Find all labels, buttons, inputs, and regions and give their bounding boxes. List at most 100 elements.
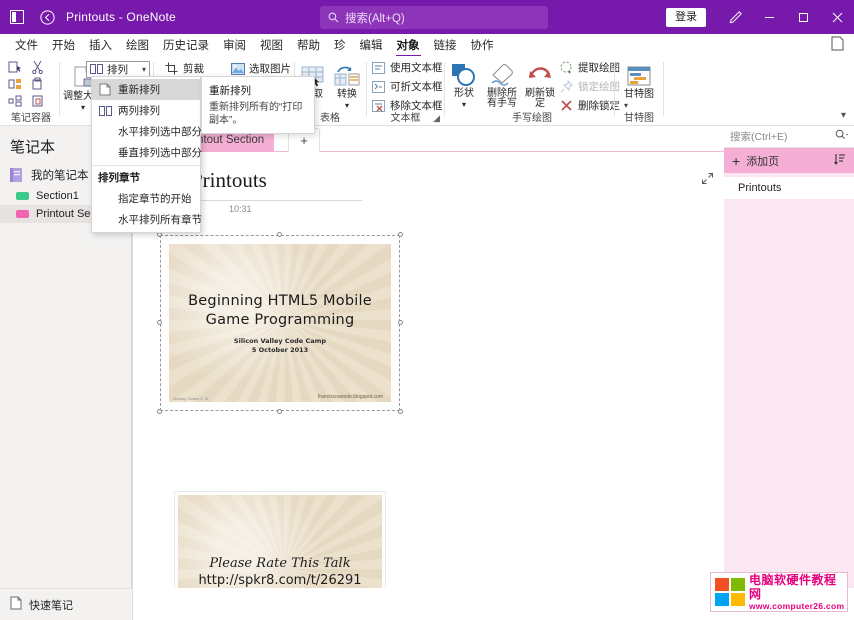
slide-1-content: Beginning HTML5 Mobile Game Programming … [169, 244, 391, 402]
slide-1-stamp: Monday, October 5, 13 [173, 397, 208, 401]
textbox-collapse-icon [371, 80, 386, 94]
tab-insert[interactable]: 插入 [82, 35, 119, 55]
tab-gem[interactable]: 珍 [327, 35, 353, 55]
chevron-down-icon[interactable]: ▾ [81, 102, 85, 113]
page-time: 10:31 [229, 204, 252, 214]
note-pane-icon[interactable] [831, 36, 844, 56]
menu-item-two-column[interactable]: 两列排列 [92, 100, 200, 121]
section-color-chip [16, 192, 29, 200]
page-title-rule [191, 200, 362, 201]
group-divider-4 [366, 62, 367, 116]
ribbon-group-gantt: 甘特图 甘特图 [617, 56, 661, 126]
gantt-button[interactable]: 甘特图 [617, 60, 661, 100]
printout-image-2[interactable]: Please Rate This Talk http://spkr8.com/t… [175, 492, 385, 588]
windows-logo-icon [715, 578, 745, 606]
slide-1-footer: franciscoanode.blogspot.com [318, 394, 383, 400]
notebook-icon [8, 167, 24, 183]
cut-icon[interactable] [31, 60, 54, 77]
slide-2-content: Please Rate This Talk http://spkr8.com/t… [175, 492, 385, 588]
menu-item-label: 水平排列所有章节 [118, 212, 202, 227]
arrange-chevron-down-icon[interactable]: ▾ [142, 65, 146, 74]
group-divider-7 [663, 62, 664, 116]
table-convert-button[interactable]: 转换 ▾ [331, 60, 363, 111]
menu-item-label: 垂直排列选中部分 [118, 145, 202, 160]
tab-view[interactable]: 视图 [253, 35, 290, 55]
collapsible-textbox-button[interactable]: 可折文本框 [371, 78, 443, 95]
page-title[interactable]: Printouts [191, 168, 267, 193]
pick-image-label: 选取图片 [249, 61, 291, 76]
tab-collaborate[interactable]: 协作 [464, 35, 501, 55]
sort-pages-icon[interactable] [833, 153, 846, 169]
resize-handle-se[interactable] [398, 409, 403, 414]
extract-drawing-button[interactable]: 提取绘图 [559, 59, 620, 76]
refresh-lock-button[interactable]: 刷新锁定 [523, 59, 557, 109]
tab-home[interactable]: 开始 [45, 35, 82, 55]
tooltip-title: 重新排列 [209, 83, 307, 98]
menu-item-section-start[interactable]: 指定章节的开始 [92, 188, 200, 209]
tab-history[interactable]: 历史记录 [156, 35, 216, 55]
tab-draw[interactable]: 绘图 [119, 35, 156, 55]
menu-item-vertical-selected[interactable]: 垂直排列选中部分 [92, 142, 200, 163]
title-bar: Printouts - OneNote 搜索(Alt+Q) 登录 [0, 0, 854, 34]
gantt-chart-icon [627, 60, 651, 88]
page-canvas[interactable]: Printouts 8 10:31 Beginning HTML5 Mobi [133, 152, 724, 588]
textbox-dialog-launcher-icon[interactable]: ◢ [433, 113, 440, 124]
tab-file[interactable]: 文件 [8, 35, 45, 55]
menu-item-horizontal-all-sections[interactable]: 水平排列所有章节 [92, 209, 200, 230]
close-button[interactable] [820, 0, 854, 34]
add-page-button[interactable]: + 添加页 [724, 148, 854, 173]
slide-1-subtitle-2: 5 October 2013 [252, 346, 308, 355]
resize-handle-sw[interactable] [157, 409, 162, 414]
resize-handle-n[interactable] [277, 232, 282, 237]
section-color-chip [16, 210, 29, 218]
watermark: 电脑软硬件教程网 www.computer26.com [710, 572, 848, 612]
sign-in-button[interactable]: 登录 [666, 8, 706, 27]
back-button[interactable] [34, 0, 60, 34]
printout-image-1[interactable]: Beginning HTML5 Mobile Game Programming … [160, 235, 400, 411]
gantt-label: 甘特图 [624, 90, 654, 100]
tooltip-body: 重新排列所有的“打印副本”。 [209, 101, 307, 127]
pick-image-button[interactable]: 选取图片 [230, 60, 291, 77]
crop-icon [164, 62, 179, 76]
container-select-icon[interactable] [8, 60, 31, 77]
menu-item-label: 重新排列 [118, 82, 160, 97]
tab-review[interactable]: 审阅 [216, 35, 253, 55]
crop-button[interactable]: 剪裁 [164, 60, 204, 77]
delete-all-ink-button[interactable]: 删除所有手写 [483, 59, 521, 109]
search-input[interactable]: 搜索(Alt+Q) [320, 6, 548, 29]
convert-icon [334, 60, 360, 88]
tab-object[interactable]: 对象 [390, 35, 427, 55]
use-textbox-button[interactable]: 使用文本框 [371, 59, 443, 76]
extract-drawing-icon [559, 61, 574, 75]
use-textbox-label: 使用文本框 [390, 60, 443, 75]
resize-handle-e[interactable] [398, 320, 403, 325]
plus-icon: + [732, 154, 740, 168]
expand-page-icon[interactable] [701, 172, 714, 190]
delete-all-ink-label: 删除所有手写 [483, 89, 521, 109]
menu-section-header: 排列章节 [92, 165, 200, 188]
resize-handle-ne[interactable] [398, 232, 403, 237]
minimize-button[interactable] [752, 0, 786, 34]
menu-item-rearrange[interactable]: 重新排列 [92, 79, 200, 100]
menu-item-horizontal-selected[interactable]: 水平排列选中部分 [92, 121, 200, 142]
page-search-input[interactable]: 搜索(Ctrl+E) [724, 126, 854, 148]
tab-help[interactable]: 帮助 [290, 35, 327, 55]
resize-handle-s[interactable] [277, 409, 282, 414]
quick-note-button[interactable]: 快速笔记 [0, 588, 133, 620]
slide-2-url: http://spkr8.com/t/26291 [198, 573, 361, 588]
container-split-icon[interactable] [8, 77, 31, 94]
resize-handle-w[interactable] [157, 320, 162, 325]
page-list-item-printouts[interactable]: Printouts [724, 177, 854, 199]
pen-icon[interactable] [718, 0, 752, 34]
page-search-icon[interactable] [835, 129, 848, 144]
copy-icon[interactable] [31, 77, 54, 94]
group-label-note-container: 笔记容器 [4, 109, 58, 124]
tab-edit[interactable]: 编辑 [353, 35, 390, 55]
shape-label: 形状 [454, 89, 474, 99]
ribbon-collapse-icon[interactable]: ▾ [841, 110, 846, 121]
shape-button[interactable]: 形状 ▾ [447, 59, 481, 110]
window-title: Printouts - OneNote [66, 10, 176, 24]
maximize-button[interactable] [786, 0, 820, 34]
tab-link[interactable]: 链接 [427, 35, 464, 55]
quick-note-label: 快速笔记 [29, 597, 73, 613]
